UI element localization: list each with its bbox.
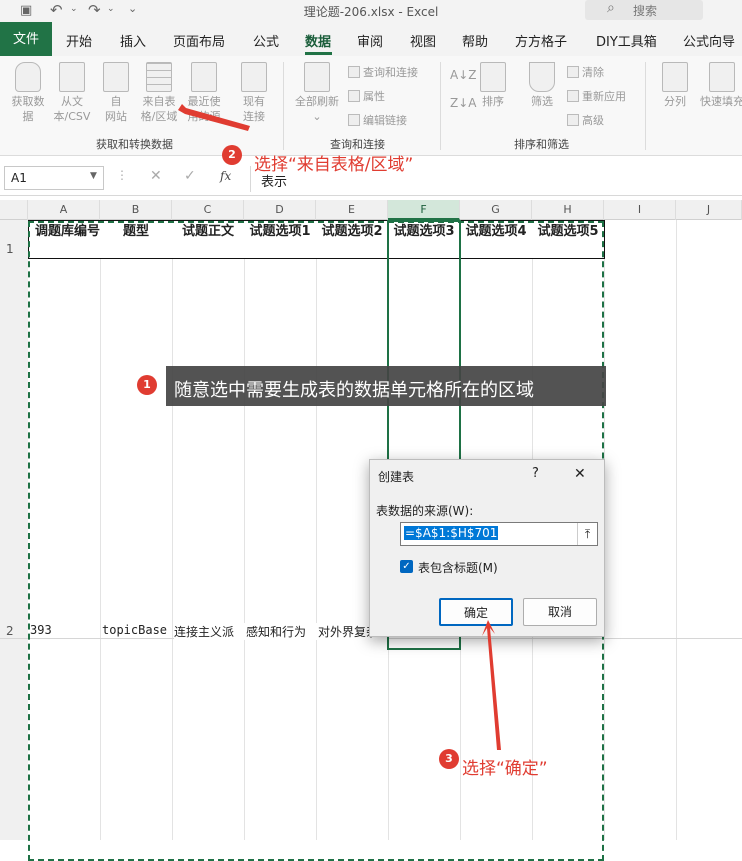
- step3-callout: 选择“确定”: [462, 759, 548, 779]
- annotation-arrows: [178, 104, 501, 750]
- step1-callout: 随意选中需要生成表的数据单元格所在的区域: [174, 380, 534, 401]
- step1-badge: 1: [137, 375, 157, 395]
- arrow-to-ok-button: [482, 620, 501, 750]
- step3-badge: 3: [439, 749, 459, 769]
- step2-callout: 选择“来自表格/区域”: [254, 155, 414, 175]
- arrow-to-from-table: [178, 104, 250, 131]
- step2-badge: 2: [222, 145, 242, 165]
